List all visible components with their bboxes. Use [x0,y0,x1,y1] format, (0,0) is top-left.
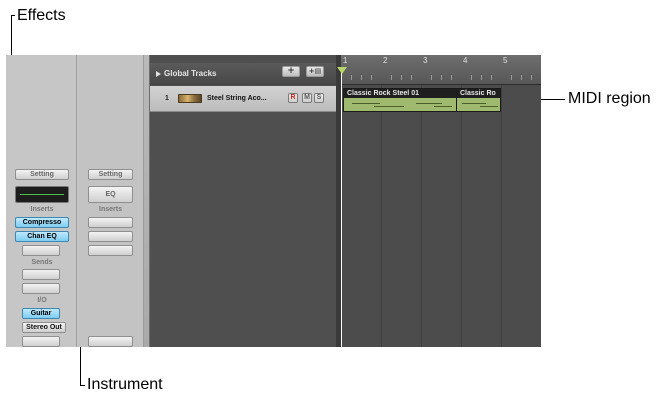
group-slot[interactable] [22,336,60,347]
midi-note [434,106,452,107]
inserts-label-2: Inserts [99,206,122,213]
ruler-tick [431,75,432,80]
input-slot-instrument[interactable]: Guitar [22,308,60,319]
insert-slot-2-1[interactable] [88,217,133,228]
effects-leader-horizontal-top [11,15,15,16]
output-slot[interactable]: Stereo Out [22,322,66,333]
track-number: 1 [165,95,169,102]
callout-effects: Effects [17,7,66,24]
ruler-tick [441,75,442,80]
ruler-tick [411,75,412,80]
eq-display[interactable] [15,186,69,203]
ruler-tick [511,75,512,80]
io-label: I/O [37,297,47,304]
bar-line-5 [501,55,502,347]
bar-number: 2 [383,56,388,65]
insert-slot-empty[interactable] [22,245,60,256]
insert-slot-2-3[interactable] [88,245,133,256]
midi-note [480,106,498,107]
insert-slot-compressor[interactable]: Compresso [15,217,69,228]
ruler-tick [521,75,522,80]
arrange-area[interactable]: 1 2 3 4 5 Classic Rock Steel 01 Classic … [337,55,541,347]
midi-note [374,106,404,107]
group-slot-2[interactable] [88,336,133,347]
track-name[interactable]: Steel String Aco... [207,95,267,102]
sends-label: Sends [31,259,53,266]
region-name-2: Classic Ro [460,90,496,97]
ruler-tick [481,75,482,80]
logic-arrange-window: Setting Inserts Compresso Chan EQ Sends … [6,55,541,347]
ruler-tick [451,75,452,80]
callout-midi-region: MIDI region [568,90,651,107]
setting-button[interactable]: Setting [15,169,69,180]
playhead-marker-icon[interactable] [337,67,347,74]
callout-instrument: Instrument [87,376,163,393]
track-row[interactable]: 1 Steel String Aco... R M S [150,86,336,112]
insert-slot-2-2[interactable] [88,231,133,242]
acoustic-guitar-icon [178,94,202,103]
setting-button-2[interactable]: Setting [88,169,133,180]
send-slot-1[interactable] [22,269,60,280]
solo-button[interactable]: S [314,93,324,103]
insert-slot-channel-eq[interactable]: Chan EQ [15,231,69,242]
ruler-tick [491,75,492,80]
ruler-tick [401,75,402,80]
ruler-tick [391,75,392,80]
midi-note [352,103,380,104]
midi-region[interactable]: Classic Rock Steel 01 Classic Ro [343,88,501,112]
folder-track-button[interactable]: +▤ [306,66,324,77]
bar-number: 3 [423,56,428,65]
region-name: Classic Rock Steel 01 [347,90,419,97]
ruler-tick [531,75,532,80]
bar-number: 5 [503,56,508,65]
region-boundary [456,89,457,111]
midi-note [462,103,486,104]
eq-button[interactable]: EQ [88,186,133,203]
midi-note [416,103,442,104]
channel-strip-instrument: Setting Inserts Compresso Chan EQ Sends … [6,55,77,347]
playhead[interactable] [341,67,342,347]
add-track-button[interactable]: + [282,66,300,77]
mute-button[interactable]: M [302,93,312,103]
record-enable-button[interactable]: R [288,93,298,103]
channel-strip-output: Setting EQ Inserts [77,55,144,347]
inserts-label: Inserts [30,206,54,213]
ruler-tick [351,75,352,80]
bar-ruler[interactable]: 1 2 3 4 5 [341,55,541,85]
send-slot-2[interactable] [22,283,60,294]
eq-curve-icon [20,194,64,195]
track-list: Global Tracks + +▤ 1 Steel String Aco...… [150,55,336,347]
bar-number: 1 [343,56,348,65]
ruler-tick [371,75,372,80]
ruler-tick [471,75,472,80]
global-tracks-label: Global Tracks [164,69,217,78]
bar-number: 4 [463,56,468,65]
ruler-tick [361,75,362,80]
disclosure-triangle-icon[interactable] [156,71,161,77]
instrument-leader-bottom [80,385,85,386]
